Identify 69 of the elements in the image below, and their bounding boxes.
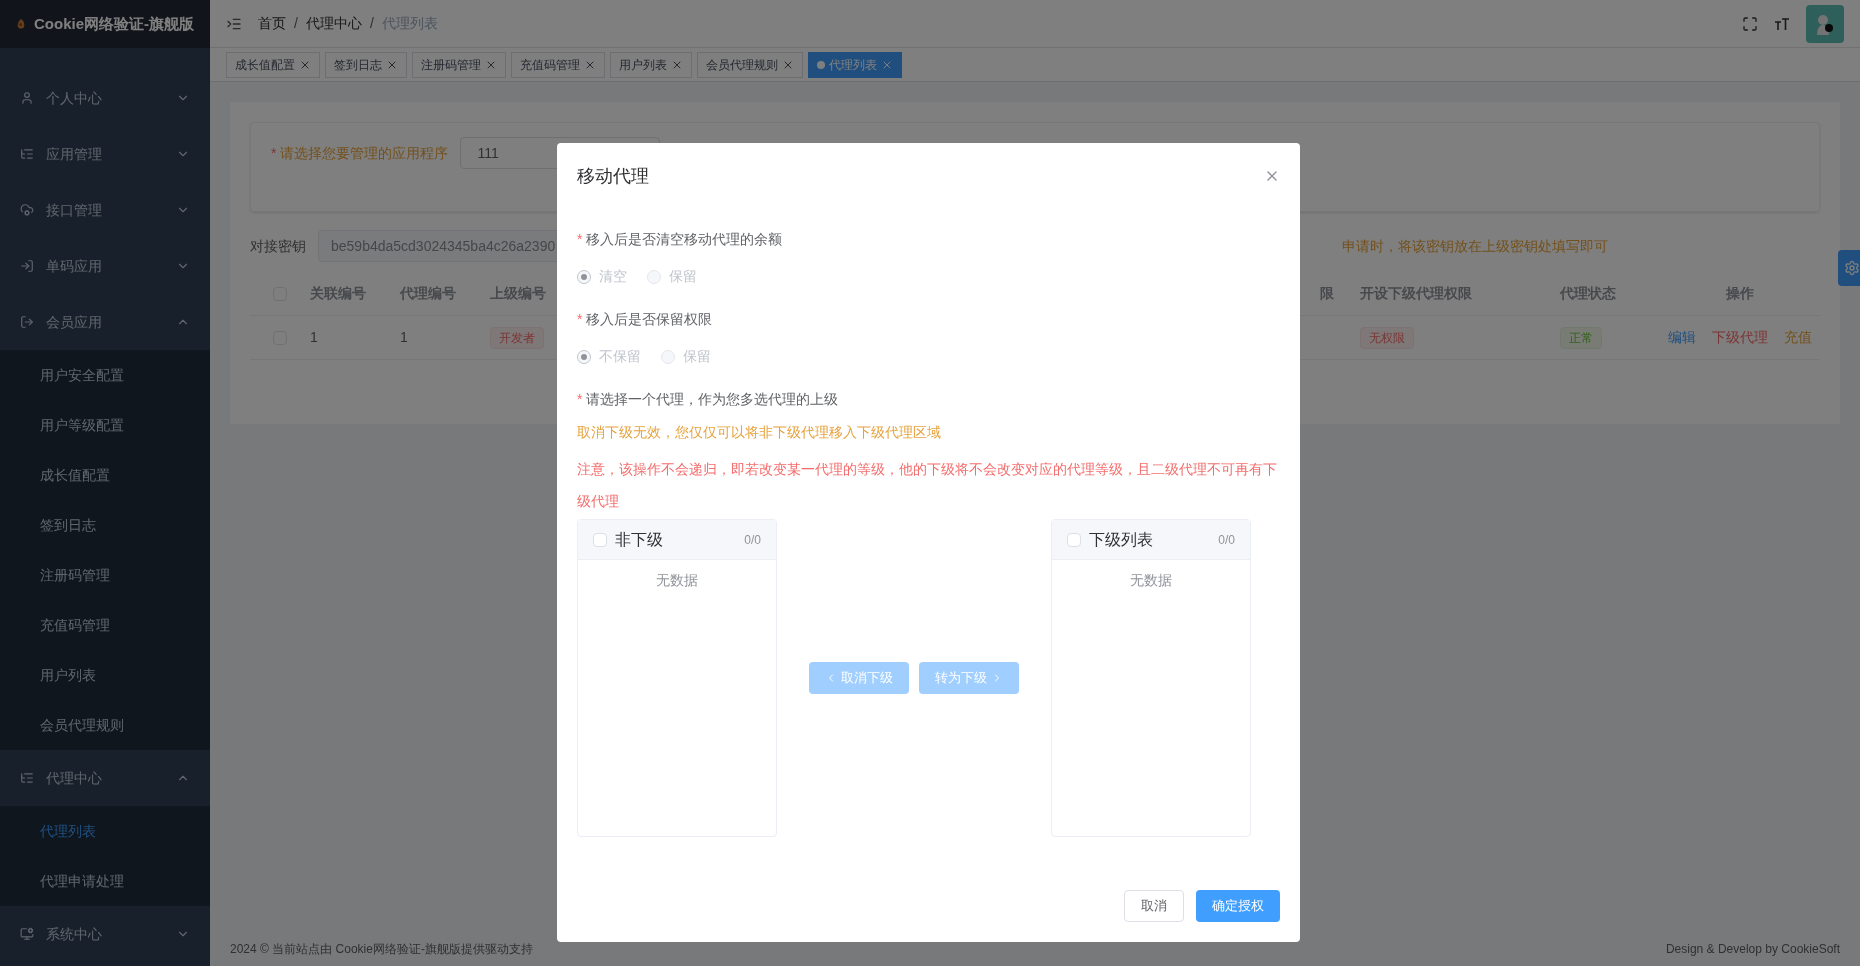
- panel-count: 0/0: [1218, 531, 1235, 549]
- dialog-title: 移动代理: [577, 164, 650, 188]
- sidebar-subitem[interactable]: 签到日志: [0, 500, 210, 550]
- panel-count: 0/0: [744, 531, 761, 549]
- sidebar-subitem[interactable]: 注册码管理: [0, 550, 210, 600]
- sidebar-subitem[interactable]: 用户安全配置: [0, 350, 210, 400]
- breadcrumb-separator: /: [369, 14, 374, 33]
- status-tag: 无权限: [1360, 326, 1414, 349]
- breadcrumb-item[interactable]: 首页: [258, 13, 286, 34]
- sidebar-item[interactable]: 系统中心: [0, 906, 210, 962]
- field-label: 请选择您要管理的应用程序: [280, 143, 449, 163]
- action-link[interactable]: 下级代理: [1712, 327, 1768, 348]
- confirm-button[interactable]: 确定授权: [1196, 890, 1280, 922]
- radio-option[interactable]: 不保留: [577, 346, 641, 367]
- question-label: 请选择一个代理，作为您多选代理的上级: [586, 390, 839, 409]
- cancel-button[interactable]: 取消: [1124, 890, 1184, 922]
- page-tab[interactable]: 注册码管理: [412, 51, 506, 78]
- sidebar-item[interactable]: 个人中心: [0, 70, 210, 126]
- action-link[interactable]: 充值: [1784, 327, 1812, 348]
- footer-text: 2024 © 当前站点由 Cookie网络验证-旗舰版提供驱动支持: [230, 941, 533, 958]
- avatar[interactable]: [1806, 4, 1844, 43]
- sidebar-subitem[interactable]: 用户列表: [0, 650, 210, 700]
- footer-text: Design & Develop by CookieSoft: [1665, 941, 1840, 958]
- sidebar-item[interactable]: 会员应用: [0, 294, 210, 350]
- sidebar-subitem[interactable]: 充值码管理: [0, 600, 210, 650]
- table-cell: 1: [400, 329, 408, 345]
- breadcrumb-separator: /: [294, 14, 298, 33]
- status-tag: 正常: [1560, 326, 1602, 349]
- radio-option[interactable]: 保留: [647, 266, 697, 287]
- panel-title: 非下级: [615, 529, 664, 550]
- settings-icon: [1844, 260, 1860, 276]
- empty-text: 无数据: [656, 571, 698, 590]
- field-label: 对接密钥: [250, 236, 306, 256]
- font-size-icon[interactable]: [1774, 15, 1790, 32]
- sidebar-item[interactable]: 单码应用: [0, 238, 210, 294]
- checkbox[interactable]: [1067, 532, 1081, 547]
- question-label: 移入后是否保留权限: [586, 310, 713, 329]
- required-mark: *: [577, 310, 583, 329]
- sidebar-subitem[interactable]: 用户等级配置: [0, 400, 210, 450]
- fullscreen-icon[interactable]: [1742, 15, 1758, 32]
- radio-option[interactable]: 保留: [661, 346, 711, 367]
- checkbox[interactable]: [593, 532, 607, 547]
- sidebar-subitem[interactable]: 代理申请处理: [0, 856, 210, 906]
- page-tab[interactable]: 会员代理规则: [697, 51, 803, 78]
- status-tag: 开发者: [490, 326, 544, 349]
- required-mark: *: [271, 143, 277, 163]
- radio-option[interactable]: 清空: [577, 266, 627, 287]
- settings-button[interactable]: [1838, 250, 1860, 286]
- page-tab[interactable]: 签到日志: [325, 51, 407, 78]
- page-tab[interactable]: 成长值配置: [226, 51, 320, 78]
- empty-text: 无数据: [1130, 571, 1172, 590]
- sidebar-subitem[interactable]: 会员代理规则: [0, 700, 210, 750]
- page-tab[interactable]: 用户列表: [610, 51, 692, 78]
- page-tab[interactable]: 代理列表: [808, 51, 902, 78]
- required-mark: *: [577, 390, 583, 409]
- sidebar-subitem[interactable]: 代理列表: [0, 806, 210, 856]
- table-cell: 1: [310, 329, 318, 345]
- danger-text: 注意，该操作不会递归，即若改变某一代理的等级，他的下级将不会改变对应的代理等级，且二级代理不可再有下级代理: [577, 460, 1278, 511]
- warning-text: 取消下级无效，您仅仅可以将非下级代理移入下级代理区域: [577, 423, 942, 442]
- action-link[interactable]: 编辑: [1668, 327, 1696, 348]
- key-hint: 申请时，将该密钥放在上级密钥处填写即可: [1342, 236, 1608, 256]
- sidebar-subitem[interactable]: 成长值配置: [0, 450, 210, 500]
- required-mark: *: [577, 230, 583, 249]
- breadcrumb-item[interactable]: 代理中心: [305, 13, 362, 34]
- panel-title: 下级列表: [1089, 529, 1154, 550]
- sidebar-item[interactable]: 应用管理: [0, 126, 210, 182]
- page-tab[interactable]: 充值码管理: [511, 51, 605, 78]
- app-title: Cookie网络验证-旗舰版: [34, 13, 194, 34]
- sidebar-item[interactable]: 代理中心: [0, 750, 210, 806]
